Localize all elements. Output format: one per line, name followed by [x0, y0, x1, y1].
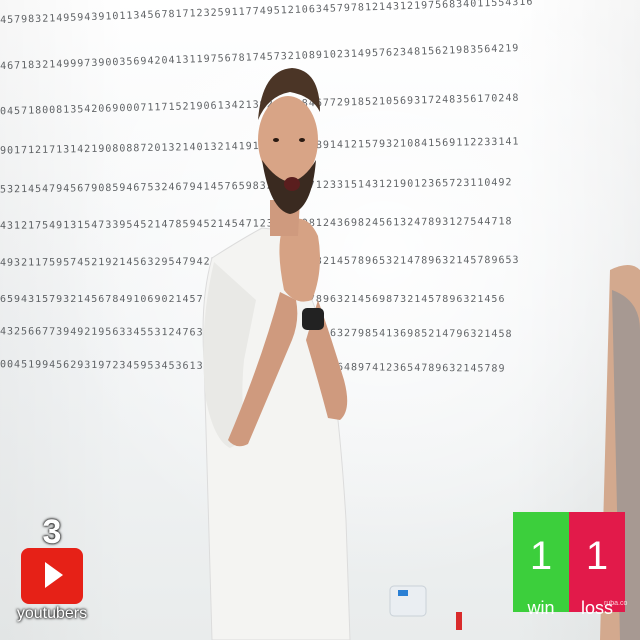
watermark: ruba.co [604, 600, 628, 607]
play-icon [45, 562, 63, 588]
video-frame: 4579832149594391011345678171232591177495… [0, 0, 640, 640]
wall-digits-row: 6594315793214567849106902145769321467893… [0, 294, 506, 305]
youtubers-label: youtubers [16, 605, 88, 622]
loss-count: 1 [585, 534, 609, 578]
win-count: 1 [529, 534, 553, 578]
win-label: win [527, 598, 555, 618]
loss-score-panel: 1 loss [569, 512, 625, 618]
youtubers-badge: 3 youtubers [14, 514, 90, 626]
youtube-logo [21, 548, 83, 604]
youtubers-count: 3 [42, 513, 62, 551]
win-score-panel: 1 win [513, 512, 569, 618]
